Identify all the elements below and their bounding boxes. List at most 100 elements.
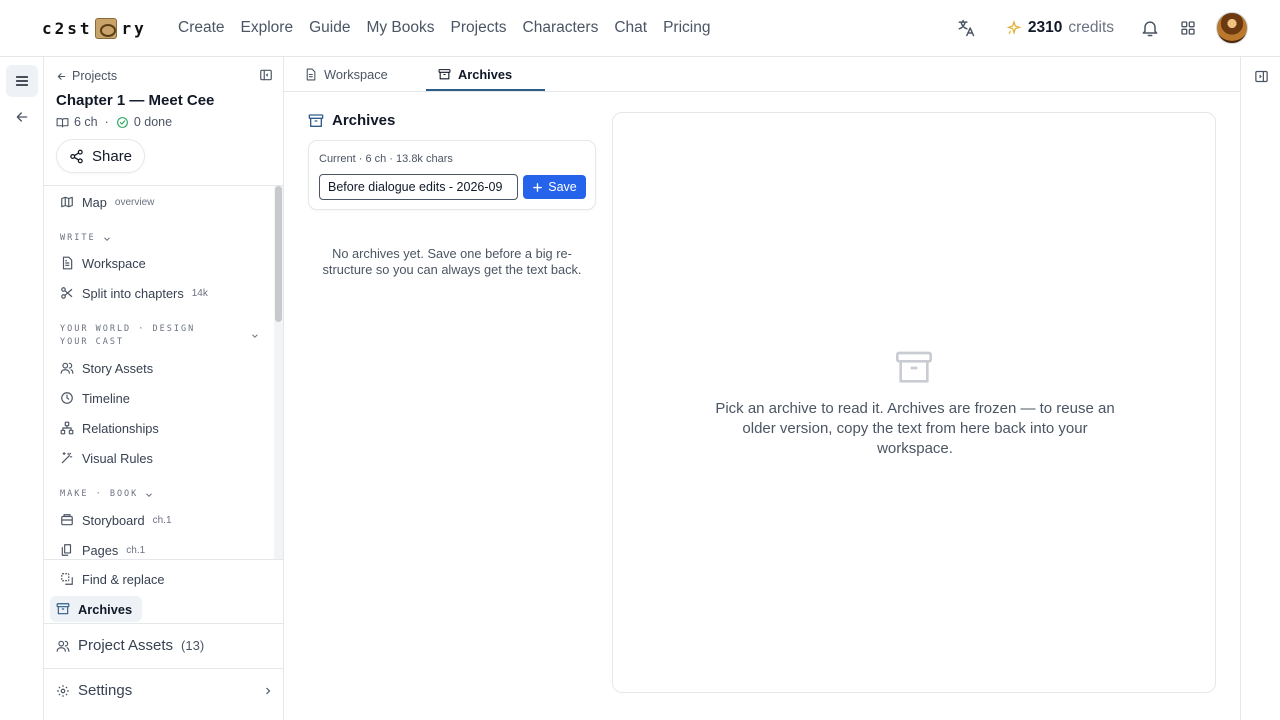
archive-reader-hint: Pick an archive to read it. Archives are… <box>715 400 1115 457</box>
map-icon <box>61 196 73 208</box>
nav-projects[interactable]: Projects <box>451 17 507 39</box>
project-assets-count: (13) <box>181 638 205 653</box>
check-circle-icon <box>116 116 128 128</box>
archive-icon <box>56 603 70 615</box>
credits-label: credits <box>1068 19 1114 36</box>
share-icon <box>70 149 83 163</box>
sidebar-item-label: Archives <box>78 601 133 617</box>
nav-explore[interactable]: Explore <box>241 17 294 39</box>
sidebar-item-label: Workspace <box>82 255 146 271</box>
apps-grid-icon[interactable] <box>1174 14 1202 42</box>
active-tab-indicator <box>426 89 545 91</box>
project-sidebar: Projects Chapter 1 — Meet Cee 6 ch · 0 d… <box>44 57 284 720</box>
nav-chat[interactable]: Chat <box>614 17 647 39</box>
sidebar-item-badge: ch.1 <box>152 514 172 526</box>
sidebar-item-label: Map <box>82 194 107 210</box>
save-archive-card: Current · 6 ch · 13.8k chars Save <box>308 140 596 210</box>
section-label: WRITE <box>60 233 96 243</box>
sidebar-scrollbar[interactable] <box>274 186 283 559</box>
sidebar-item-story-assets[interactable]: Story Assets <box>54 355 272 381</box>
header-actions: 2310 credits <box>952 12 1248 44</box>
scrollbar-thumb[interactable] <box>275 186 282 322</box>
nav-my-books[interactable]: My Books <box>366 17 434 39</box>
sidebar-item-badge: 14k <box>191 287 208 299</box>
translate-icon[interactable] <box>952 14 980 42</box>
nav-create[interactable]: Create <box>178 17 225 39</box>
clock-icon <box>61 392 73 404</box>
sidebar-item-storyboard[interactable]: Storyboard ch.1 <box>54 507 272 533</box>
nav-pricing[interactable]: Pricing <box>663 17 710 39</box>
chevron-right-icon <box>266 687 271 694</box>
menu-icon[interactable] <box>6 65 38 97</box>
divider <box>44 623 284 624</box>
back-label: Projects <box>72 69 118 83</box>
back-to-projects-link[interactable]: Projects <box>56 69 117 83</box>
sidebar-item-pages[interactable]: Pages ch.1 <box>54 537 272 559</box>
tab-workspace[interactable]: Workspace <box>304 57 388 91</box>
section-label: MAKE · BOOK <box>60 489 139 499</box>
share-label: Share <box>92 147 133 165</box>
sidebar-item-label: Split into chapters <box>82 285 184 301</box>
sidebar-item-relationships[interactable]: Relationships <box>54 415 272 441</box>
share-button[interactable]: Share <box>56 139 146 173</box>
sidebar-item-find-replace[interactable]: Find & replace <box>54 566 272 592</box>
sidebar-item-label: Find & replace <box>82 571 165 587</box>
tab-label: Workspace <box>324 66 388 82</box>
save-archive-button[interactable]: Save <box>523 175 586 199</box>
sidebar-item-badge: ch.1 <box>126 544 146 556</box>
nav-guide[interactable]: Guide <box>309 17 350 39</box>
settings-link[interactable]: Settings <box>56 682 274 699</box>
sidebar-item-archives[interactable]: Archives <box>50 596 143 622</box>
archive-reader-panel: Pick an archive to read it. Archives are… <box>612 112 1216 693</box>
chevron-down-icon <box>103 236 110 241</box>
section-make-book[interactable]: MAKE · BOOK <box>60 488 154 501</box>
pages-icon <box>61 544 72 556</box>
sidebar-item-split-chapters[interactable]: Split into chapters 14k <box>54 280 272 306</box>
project-assets-label: Project Assets <box>78 637 174 654</box>
sidebar-collapse-icon[interactable] <box>259 68 273 82</box>
content-tabs: Workspace Archives <box>284 57 1240 92</box>
section-your-world[interactable]: YOUR WORLD · DESIGN YOUR CAST <box>60 323 260 349</box>
gear-icon <box>57 684 69 697</box>
project-assets-link[interactable]: Project Assets (13) <box>56 637 204 654</box>
done-count: 0 done <box>133 115 173 129</box>
scissors-icon <box>61 287 73 299</box>
logo[interactable]: c2st ry <box>42 16 147 40</box>
sidebar-item-label: Visual Rules <box>82 450 153 466</box>
main-nav: Create Explore Guide My Books Projects C… <box>178 17 710 39</box>
archive-icon <box>308 113 324 127</box>
sidebar-item-badge: overview <box>114 196 155 208</box>
archive-icon <box>438 68 451 79</box>
archives-heading: Archives <box>308 112 395 129</box>
archives-title: Archives <box>332 112 396 129</box>
credits-display[interactable]: 2310 credits <box>1006 19 1114 37</box>
divider <box>44 559 284 560</box>
archive-name-input[interactable] <box>319 174 518 200</box>
tab-archives[interactable]: Archives <box>438 57 512 91</box>
settings-label: Settings <box>78 682 133 699</box>
back-arrow-icon[interactable] <box>6 101 38 133</box>
arrow-left-icon <box>57 72 66 80</box>
sidebar-item-workspace[interactable]: Workspace <box>54 250 272 276</box>
left-rail <box>0 57 44 720</box>
sidebar-item-label: Relationships <box>82 420 159 436</box>
find-replace-icon <box>61 573 73 585</box>
avatar[interactable] <box>1216 12 1248 44</box>
chevron-down-icon <box>252 334 258 338</box>
sidebar-item-label: Story Assets <box>82 360 154 376</box>
sidebar-item-visual-rules[interactable]: Visual Rules <box>54 445 272 471</box>
network-icon <box>60 421 74 435</box>
sparkle-icon <box>1006 20 1022 35</box>
project-meta: 6 ch · 0 done <box>56 115 172 129</box>
users-icon <box>60 362 74 374</box>
archives-empty-state: No archives yet. Save one before a big r… <box>322 246 582 277</box>
bell-icon[interactable] <box>1136 14 1164 42</box>
section-write[interactable]: WRITE <box>60 232 112 245</box>
archive-large-icon <box>894 348 934 388</box>
sidebar-item-map[interactable]: Map overview <box>54 189 272 215</box>
users-icon <box>56 640 70 652</box>
nav-characters[interactable]: Characters <box>523 17 599 39</box>
panel-toggle-icon[interactable] <box>1254 69 1269 84</box>
sidebar-item-timeline[interactable]: Timeline <box>54 385 272 411</box>
tab-label: Archives <box>458 66 513 82</box>
